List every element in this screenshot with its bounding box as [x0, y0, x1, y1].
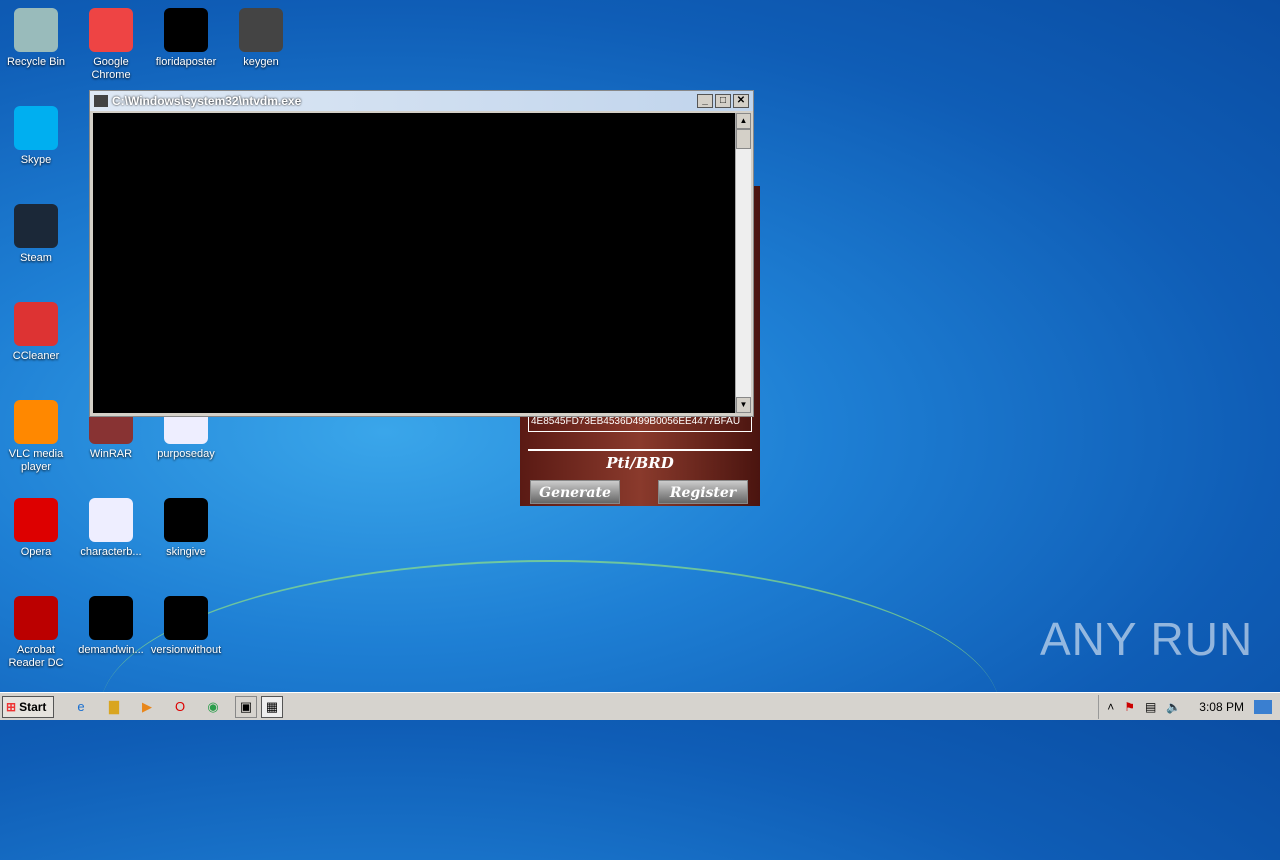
vertical-scrollbar[interactable]: ▲ ▼ — [735, 113, 751, 413]
desktop-icon-label: CCleaner — [12, 350, 60, 362]
desktop-icon-label: demandwin... — [78, 644, 144, 656]
desktop-icon-steam[interactable]: Steam — [0, 204, 72, 265]
scroll-down-button[interactable]: ▼ — [736, 397, 751, 413]
desktop-icon-versionwithout[interactable]: versionwithout — [150, 596, 222, 657]
divider — [528, 449, 752, 451]
scroll-thumb[interactable] — [736, 129, 751, 149]
windows-logo-icon: ⊞ — [6, 699, 17, 714]
network-icon[interactable]: ▤ — [1145, 700, 1156, 714]
show-hidden-icons-icon[interactable]: ˄ — [1107, 700, 1114, 714]
desktop-icon-vlc-media-player[interactable]: VLC media player — [0, 400, 72, 474]
explorer-taskbar-icon[interactable]: ▇ — [103, 696, 125, 718]
desktop-icon-floridaposter[interactable]: floridaposter — [150, 8, 222, 69]
system-tray: ˄ ⚑ ▤ 🔈 3:08 PM — [1098, 695, 1280, 719]
desktop-icon-label: floridaposter — [155, 56, 217, 68]
chrome-taskbar-icon[interactable]: ◉ — [202, 696, 224, 718]
desktop-icon-label: Steam — [20, 252, 52, 264]
file-icon — [164, 8, 208, 52]
minimize-button[interactable]: _ — [697, 94, 713, 108]
register-button[interactable]: Register — [658, 480, 748, 504]
desktop-icon-ccleaner[interactable]: CCleaner — [0, 302, 72, 363]
file-icon — [164, 596, 208, 640]
desktop-icon-keygen[interactable]: keygen — [225, 8, 297, 69]
media-player-taskbar-icon[interactable]: ▶ — [136, 696, 158, 718]
desktop-icon-label: skingive — [166, 546, 206, 558]
generate-button[interactable]: Generate — [530, 480, 620, 504]
skype-icon — [14, 106, 58, 150]
chrome-icon — [89, 8, 133, 52]
desktop-icon-characterb-[interactable]: characterb... — [75, 498, 147, 559]
desktop-icon-label: Skype — [20, 154, 52, 166]
keygen-brand: Pti/BRD — [606, 454, 674, 472]
desktop-icon-recycle-bin[interactable]: Recycle Bin — [0, 8, 72, 69]
opera-taskbar-icon[interactable]: O — [169, 696, 191, 718]
desktop-icon-demandwin-[interactable]: demandwin... — [75, 596, 147, 657]
file-icon — [89, 596, 133, 640]
desktop-icon-label: keygen — [243, 56, 279, 68]
desktop-icon-acrobat-reader-dc[interactable]: Acrobat Reader DC — [0, 596, 72, 670]
start-label: Start — [19, 699, 47, 714]
maximize-button[interactable]: □ — [715, 94, 731, 108]
console-taskbar-icon[interactable]: ▦ — [261, 695, 283, 718]
scroll-up-button[interactable]: ▲ — [736, 113, 751, 129]
desktop-icon-skingive[interactable]: skingive — [150, 498, 222, 559]
desktop-icon-label: versionwithout — [150, 644, 222, 656]
desktop-icon-label: characterb... — [80, 546, 142, 558]
recycle-bin-icon — [14, 8, 58, 52]
desktop-icon-label: Opera — [20, 546, 52, 558]
ie-taskbar-icon[interactable]: e — [70, 696, 92, 718]
console-icon — [94, 95, 108, 107]
title-bar[interactable]: C:\Windows\system32\ntvdm.exe _ □ ✕ — [90, 91, 753, 111]
desktop-icon-label: purposeday — [157, 448, 215, 460]
desktop-icon-label: Google Chrome — [91, 56, 131, 81]
desktop-icon-opera[interactable]: Opera — [0, 498, 72, 559]
opera-icon — [14, 498, 58, 542]
close-button[interactable]: ✕ — [733, 94, 749, 108]
word-document-icon — [89, 498, 133, 542]
file-icon — [164, 498, 208, 542]
clock[interactable]: 3:08 PM — [1199, 700, 1244, 714]
ccleaner-icon — [14, 302, 58, 346]
desktop-icon-skype[interactable]: Skype — [0, 106, 72, 167]
taskbar: ⊞ Start e ▇ ▶ O ◉ ▣ ▦ ˄ ⚑ ▤ 🔈 3:08 PM — [0, 692, 1280, 720]
console-output[interactable] — [93, 113, 735, 413]
desktop-icon-label: WinRAR — [89, 448, 133, 460]
anyrun-watermark: ANY RUN — [1040, 613, 1254, 665]
desktop-icon-label: Recycle Bin — [6, 56, 66, 68]
start-button[interactable]: ⊞ Start — [2, 695, 54, 718]
action-center-flag-icon[interactable]: ⚑ — [1124, 700, 1135, 714]
acrobat-icon — [14, 596, 58, 640]
window-title: C:\Windows\system32\ntvdm.exe — [112, 94, 302, 108]
console-window: C:\Windows\system32\ntvdm.exe _ □ ✕ ▲ ▼ — [89, 90, 754, 417]
steam-icon — [14, 204, 58, 248]
volume-icon[interactable]: 🔈 — [1166, 700, 1181, 714]
keygen-taskbar-icon[interactable]: ▣ — [235, 695, 257, 718]
vlc-icon — [14, 400, 58, 444]
desktop-icon-label: Acrobat Reader DC — [8, 644, 64, 669]
desktop-icon-google-chrome[interactable]: Google Chrome — [75, 8, 147, 82]
desktop-icon-label: VLC media player — [8, 448, 64, 473]
keygen-icon — [239, 8, 283, 52]
show-desktop-button[interactable] — [1254, 700, 1272, 714]
